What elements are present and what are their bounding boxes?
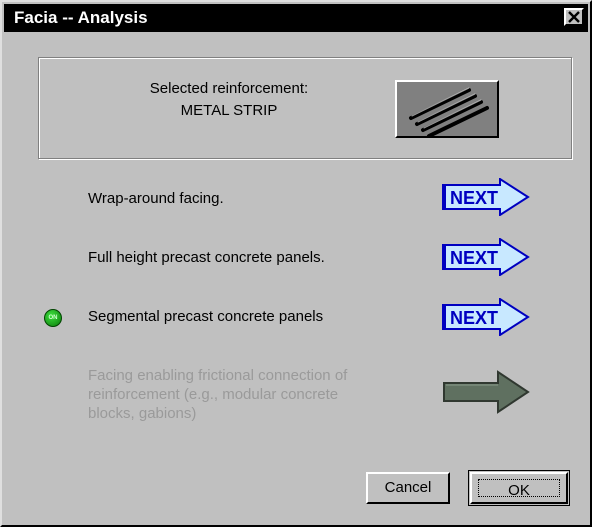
title-bar[interactable]: Facia -- Analysis [4,4,588,32]
next-button-segmental[interactable]: NEXT [440,297,532,337]
next-button-label: NEXT [450,248,498,268]
option-wrap-around-label: Wrap-around facing. [88,190,224,207]
close-icon [568,11,580,23]
cancel-button[interactable]: Cancel [366,472,450,504]
metal-strip-icon [409,87,489,138]
option-frictional-line-1: Facing enabling frictional connection of [88,367,348,384]
next-button-label: NEXT [450,308,498,328]
ok-button[interactable]: OK [468,470,570,506]
ok-button-label: OK [478,479,560,499]
ok-button-bevel: OK [470,472,568,504]
option-frictional-label: Facing enabling frictional connection of… [88,366,408,423]
reinforcement-image-button[interactable] [395,80,499,138]
close-button[interactable] [564,8,584,26]
next-button-frictional-disabled[interactable] [440,370,532,414]
selected-reinforcement-label: Selected reinforcement: [149,80,309,97]
option-segmental-label: Segmental precast concrete panels [88,308,324,325]
reinforcement-group: Selected reinforcement: METAL STRIP [38,57,572,159]
selected-reinforcement-value: METAL STRIP [180,102,278,119]
window-title: Facia -- Analysis [14,8,148,27]
next-button-wrap-around[interactable]: NEXT [440,177,532,217]
next-button-label: NEXT [450,188,498,208]
selected-indicator-led: ON [44,309,62,327]
option-frictional-line-3: blocks, gabions) [88,405,197,422]
next-button-full-height[interactable]: NEXT [440,237,532,277]
option-frictional-line-2: reinforcement (e.g., modular concrete [88,386,339,403]
dialog-window: Facia -- Analysis Selected reinforcement… [0,0,592,527]
right-arrow-icon [443,370,530,414]
option-full-height-label: Full height precast concrete panels. [88,249,325,266]
